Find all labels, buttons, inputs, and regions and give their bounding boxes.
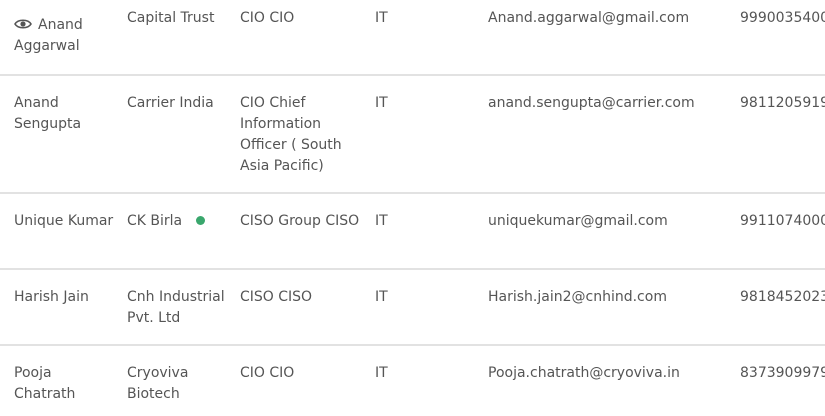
company-cell: Cnh Industrial Pvt. Ltd	[127, 289, 225, 326]
email-cell[interactable]: uniquekumar@gmail.com	[488, 211, 728, 232]
title-cell: CIO CIO	[240, 365, 295, 381]
company-cell: Capital Trust	[127, 10, 215, 26]
email-cell[interactable]: Pooja.chatrath@cryoviva.in	[488, 363, 728, 384]
contacts-table: Anand Aggarwal Capital Trust CIO CIO IT …	[0, 0, 825, 416]
table-row[interactable]: Harish Jain Cnh Industrial Pvt. Ltd CISO…	[0, 270, 825, 346]
company-cell: CK Birla	[127, 211, 231, 232]
email-cell[interactable]: anand.sengupta@carrier.com	[488, 93, 728, 114]
department-cell: IT	[375, 213, 388, 229]
phone-cell[interactable]: 9990035400	[740, 8, 825, 29]
department-cell: IT	[375, 289, 388, 305]
phone-cell[interactable]: 9818452023	[740, 287, 825, 308]
title-cell: CIO CIO	[240, 10, 295, 26]
name-cell[interactable]: Anand Sengupta	[14, 93, 114, 135]
department-cell: IT	[375, 95, 388, 111]
table-row[interactable]: Unique Kumar CK Birla CISO Group CISO IT…	[0, 194, 825, 270]
phone-cell[interactable]: 9811205919	[740, 93, 825, 114]
table-row[interactable]: Anand Sengupta Carrier India CIO Chief I…	[0, 76, 825, 194]
title-cell: CIO Chief Information Officer ( South As…	[240, 95, 342, 174]
name-cell[interactable]: Harish Jain	[14, 287, 114, 308]
email-cell[interactable]: Harish.jain2@cnhind.com	[488, 287, 728, 308]
department-cell: IT	[375, 10, 388, 26]
phone-cell[interactable]: 8373909979	[740, 363, 825, 384]
name-cell[interactable]: Anand Aggarwal	[14, 15, 114, 57]
department-cell: IT	[375, 365, 388, 381]
name-cell[interactable]: Pooja Chatrath	[14, 363, 114, 405]
online-status-dot	[196, 216, 206, 225]
company-cell: Carrier India	[127, 95, 214, 111]
email-cell[interactable]: Anand.aggarwal@gmail.com	[488, 8, 728, 29]
title-cell: CISO Group CISO	[240, 213, 360, 229]
eye-icon[interactable]	[14, 18, 32, 30]
title-cell: CISO CISO	[240, 289, 313, 305]
table-row[interactable]: Anand Aggarwal Capital Trust CIO CIO IT …	[0, 0, 825, 76]
company-cell: Cryoviva Biotech	[127, 365, 189, 402]
table-row[interactable]: Pooja Chatrath Cryoviva Biotech CIO CIO …	[0, 346, 825, 416]
phone-cell[interactable]: 9911074000	[740, 211, 825, 232]
company-name: CK Birla	[127, 213, 183, 229]
name-cell[interactable]: Unique Kumar	[14, 211, 114, 232]
